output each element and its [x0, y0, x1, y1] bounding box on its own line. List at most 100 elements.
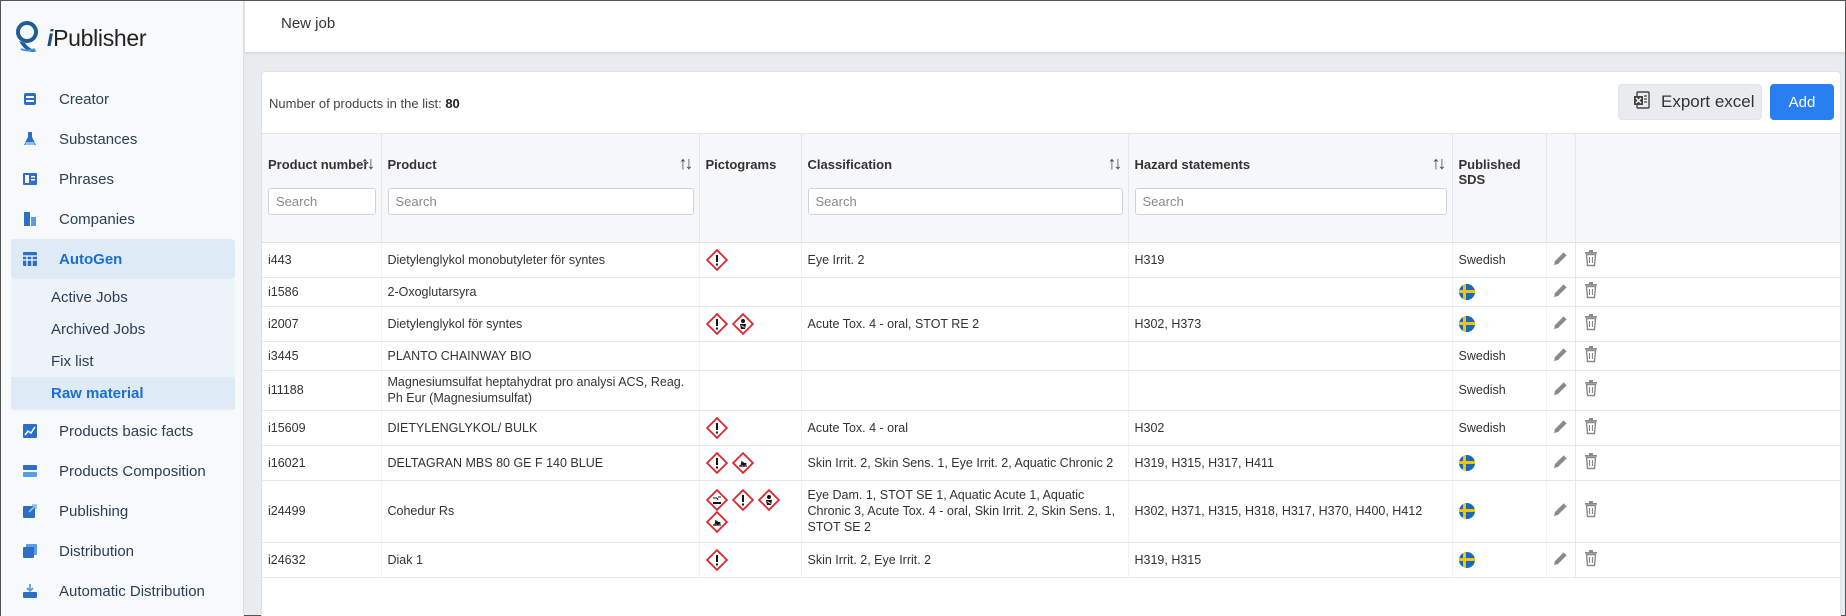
table-row[interactable]: i443 Dietylenglykol monobutyleter för sy…: [262, 242, 1840, 278]
app-logo[interactable]: iPublisher: [15, 21, 147, 55]
table-row[interactable]: i24632 Diak 1 Skin Irrit. 2, Eye Irrit. …: [262, 542, 1840, 578]
trash-icon[interactable]: [1582, 417, 1600, 439]
table-row[interactable]: i24499 Cohedur Rs Eye Dam. 1, STOT SE 1,…: [262, 480, 1840, 543]
pencil-icon[interactable]: [1552, 313, 1570, 335]
environment-pictogram-icon: [705, 510, 728, 534]
logo-icon: [15, 21, 41, 55]
table-row[interactable]: i3445 PLANTO CHAINWAY BIO Swedish: [262, 341, 1840, 371]
cell-published-sds: [1452, 277, 1547, 307]
sort-icon[interactable]: ↑↓: [361, 153, 376, 174]
search-hazard[interactable]: [1134, 188, 1447, 215]
cell-classification: Skin Irrit. 2, Eye Irrit. 2: [801, 542, 1129, 578]
col-delete: [1575, 134, 1840, 243]
trash-icon[interactable]: [1582, 345, 1600, 367]
cell-published-sds-text[interactable]: Swedish: [1459, 421, 1506, 435]
cell-product: Dietylenglykol monobutyleter för syntes: [381, 242, 700, 278]
search-product-number[interactable]: [268, 188, 376, 215]
nav-products-composition[interactable]: Products Composition: [11, 451, 235, 491]
nav-creator[interactable]: Creator: [11, 79, 235, 119]
cell-delete: [1575, 410, 1840, 446]
trash-icon[interactable]: [1582, 379, 1600, 401]
swedish-flag-icon[interactable]: [1458, 315, 1475, 332]
pencil-icon[interactable]: [1552, 549, 1570, 571]
export-excel-button[interactable]: Export excel: [1618, 84, 1762, 120]
swedish-flag-icon[interactable]: [1458, 283, 1475, 300]
cell-published-sds: [1452, 480, 1547, 543]
cell-pictograms: [699, 542, 802, 578]
nav-distribution[interactable]: Distribution: [11, 531, 235, 571]
swedish-flag-icon[interactable]: [1458, 454, 1475, 471]
cell-product-number: i443: [262, 242, 382, 278]
exclamation-pictogram-icon: [705, 451, 728, 474]
sort-icon[interactable]: ↑↓: [679, 153, 694, 174]
swedish-flag-icon[interactable]: [1458, 551, 1475, 568]
autogen-subnav: Active Jobs Archived Jobs Fix list Raw m…: [11, 279, 235, 411]
table-row[interactable]: i15609 DIETYLENGLYKOL/ BULK Acute Tox. 4…: [262, 410, 1840, 446]
tab-new-job[interactable]: New job: [281, 15, 335, 32]
nav-companies[interactable]: Companies: [11, 199, 235, 239]
cell-hazard: [1128, 277, 1453, 307]
cell-hazard: H302, H373: [1128, 306, 1453, 342]
nav-active-jobs[interactable]: Active Jobs: [11, 281, 235, 313]
cell-product-number-text: i11188: [268, 383, 304, 397]
exclamation-pictogram-icon: [705, 248, 728, 271]
cell-published-sds-text[interactable]: Swedish: [1459, 253, 1506, 267]
trash-icon[interactable]: [1582, 500, 1600, 522]
pencil-icon[interactable]: [1552, 249, 1570, 271]
nav-archived-jobs[interactable]: Archived Jobs: [11, 313, 235, 345]
app-name: iPublisher: [47, 24, 147, 51]
cell-published-sds-text[interactable]: Swedish: [1459, 349, 1506, 363]
health-pictogram-icon: [757, 488, 780, 512]
sort-icon[interactable]: ↑↓: [1108, 153, 1123, 174]
table-row[interactable]: i1586 2-Oxoglutarsyra: [262, 277, 1840, 307]
col-pictograms: Pictograms: [699, 134, 802, 243]
cell-product-text: 2-Oxoglutarsyra: [387, 284, 477, 299]
cell-product-number-text: i443: [268, 252, 292, 267]
cell-product-number-text: i3445: [268, 348, 299, 363]
pencil-icon[interactable]: [1552, 500, 1570, 522]
pencil-icon[interactable]: [1552, 345, 1570, 367]
exclamation-pictogram-icon: [705, 312, 728, 335]
trash-icon[interactable]: [1582, 313, 1600, 335]
nav-fix-list[interactable]: Fix list: [11, 345, 235, 377]
trash-icon[interactable]: [1582, 281, 1600, 303]
sort-icon[interactable]: ↑↓: [1432, 153, 1447, 174]
search-classification[interactable]: [807, 188, 1123, 215]
trash-icon[interactable]: [1582, 249, 1600, 271]
chart-icon: [21, 422, 39, 440]
cell-classification-text: Skin Irrit. 2, Eye Irrit. 2: [807, 552, 932, 567]
cell-product-number: i3445: [262, 341, 382, 371]
cell-delete: [1575, 370, 1840, 411]
cell-product-number-text: i2007: [268, 316, 299, 331]
nav-products-basic-facts[interactable]: Products basic facts: [11, 411, 235, 451]
add-button[interactable]: Add: [1770, 84, 1834, 120]
top-bar: New job: [245, 1, 1845, 53]
pencil-icon[interactable]: [1552, 281, 1570, 303]
cell-edit: [1546, 410, 1576, 446]
table-row[interactable]: i11188 Magnesiumsulfat heptahydrat pro a…: [262, 370, 1840, 411]
cell-hazard-text: H319, H315: [1134, 552, 1202, 567]
table-row[interactable]: i16021 DELTAGRAN MBS 80 GE F 140 BLUE Sk…: [262, 445, 1840, 481]
swedish-flag-icon[interactable]: [1458, 503, 1475, 520]
cell-product: DIETYLENGLYKOL/ BULK: [381, 410, 700, 446]
cell-product-text: DIETYLENGLYKOL/ BULK: [387, 420, 538, 435]
pencil-icon[interactable]: [1552, 417, 1570, 439]
cell-published-sds-text[interactable]: Swedish: [1459, 383, 1506, 397]
nav-substances[interactable]: Substances: [11, 119, 235, 159]
pencil-icon[interactable]: [1552, 379, 1570, 401]
nav-publishing[interactable]: Publishing: [11, 491, 235, 531]
cell-pictograms: [699, 341, 802, 371]
pencil-icon[interactable]: [1552, 452, 1570, 474]
nav-autogen[interactable]: AutoGen: [11, 239, 235, 279]
search-product[interactable]: [387, 188, 694, 215]
col-edit: [1546, 134, 1576, 243]
cell-classification: Eye Irrit. 2: [801, 242, 1129, 278]
cell-product-number-text: i15609: [268, 420, 306, 435]
nav-raw-material[interactable]: Raw material: [11, 377, 235, 409]
nav-automatic-distribution[interactable]: Automatic Distribution: [11, 571, 235, 611]
table-row[interactable]: i2007 Dietylenglykol för syntes Acute To…: [262, 306, 1840, 342]
nav-phrases[interactable]: Phrases: [11, 159, 235, 199]
trash-icon[interactable]: [1582, 452, 1600, 474]
trash-icon[interactable]: [1582, 549, 1600, 571]
health-pictogram-icon: [731, 312, 754, 335]
